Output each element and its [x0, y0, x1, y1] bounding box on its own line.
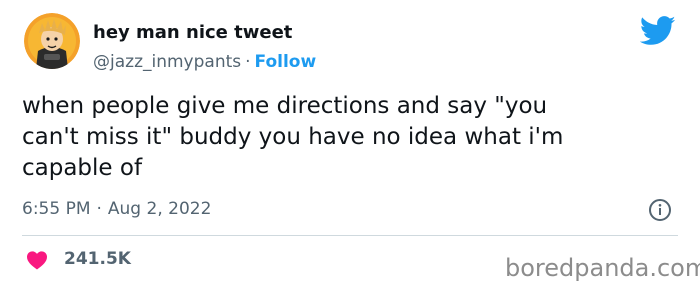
separator-dot: · — [245, 52, 251, 72]
avatar-cartoon-icon — [24, 13, 80, 69]
timestamp-row[interactable]: 6:55 PM · Aug 2, 2022 — [22, 197, 211, 221]
watermark: boredpanda.com — [505, 254, 700, 282]
info-icon[interactable] — [648, 198, 672, 222]
twitter-bird-icon[interactable] — [640, 16, 676, 46]
tweet-time: 6:55 PM — [22, 199, 91, 219]
divider — [22, 235, 678, 236]
separator-dot: · — [96, 199, 102, 219]
handle-row: @jazz_inmypants · Follow — [93, 50, 316, 74]
heart-icon[interactable] — [26, 250, 48, 270]
avatar[interactable] — [24, 13, 80, 69]
handle[interactable]: @jazz_inmypants — [93, 52, 241, 72]
tweet-date: Aug 2, 2022 — [107, 199, 212, 219]
tweet-text: when people give me directions and say "… — [22, 93, 564, 181]
follow-button[interactable]: Follow — [255, 52, 317, 72]
author-block: hey man nice tweet @jazz_inmypants · Follo… — [93, 20, 316, 74]
display-name[interactable]: hey man nice tweet — [93, 20, 316, 46]
likes-count[interactable]: 241.5K — [64, 248, 131, 270]
